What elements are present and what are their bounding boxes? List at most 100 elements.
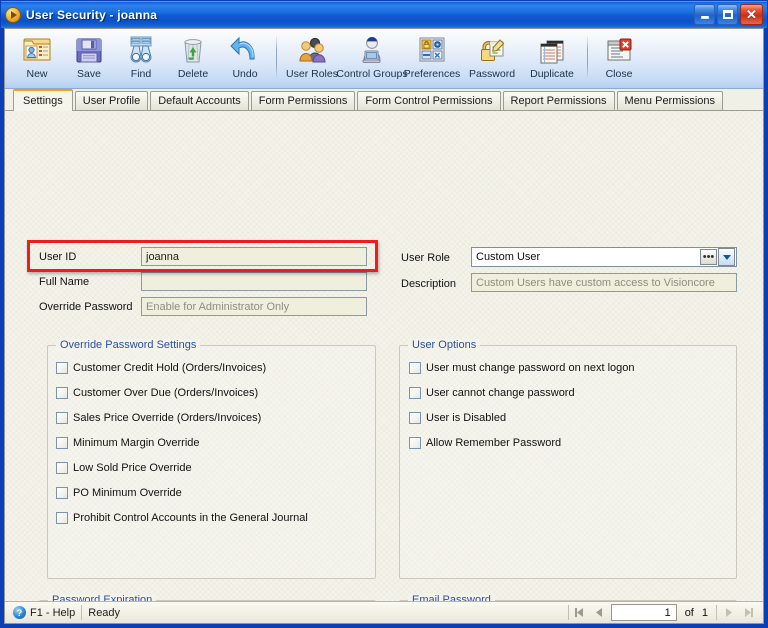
- first-record-icon: [575, 608, 584, 617]
- tab-label: Default Accounts: [158, 95, 241, 107]
- tab-default-accounts[interactable]: Default Accounts: [150, 91, 249, 110]
- tab-report-permissions[interactable]: Report Permissions: [502, 91, 615, 110]
- checkbox-icon[interactable]: [409, 412, 421, 424]
- checkbox-low-sold-price-override[interactable]: Low Sold Price Override: [56, 462, 192, 474]
- tab-user-profile[interactable]: User Profile: [74, 91, 149, 110]
- checkbox-icon[interactable]: [56, 437, 68, 449]
- checkbox-po-minimum-override[interactable]: PO Minimum Override: [56, 487, 182, 499]
- duplicate-pages-icon: [540, 40, 564, 64]
- toolbar-button-password[interactable]: Password: [462, 33, 522, 87]
- title-bar: User Security - joanna ✕: [1, 1, 767, 28]
- status-divider-2: [567, 605, 569, 620]
- checkbox-label: Minimum Margin Override: [73, 437, 200, 449]
- checkbox-prohibit-control-accounts[interactable]: Prohibit Control Accounts in the General…: [56, 512, 308, 524]
- checkbox-must-change-password[interactable]: User must change password on next logon: [409, 362, 635, 374]
- checkbox-icon[interactable]: [56, 462, 68, 474]
- user-id-label: User ID: [39, 251, 77, 263]
- user-computer-icon: [362, 37, 381, 63]
- next-record-icon: [725, 608, 732, 617]
- override-password-input[interactable]: Enable for Administrator Only: [141, 297, 367, 316]
- checkbox-icon[interactable]: [56, 412, 68, 424]
- checkbox-allow-remember-password[interactable]: Allow Remember Password: [409, 437, 561, 449]
- checkbox-icon[interactable]: [56, 512, 68, 524]
- application-window: User Security - joanna ✕ New Save Find D…: [0, 0, 768, 628]
- last-record-button[interactable]: [739, 604, 757, 621]
- checkbox-customer-over-due[interactable]: Customer Over Due (Orders/Invoices): [56, 387, 258, 399]
- checkbox-sales-price-override[interactable]: Sales Price Override (Orders/Invoices): [56, 412, 261, 424]
- toolbar-button-find[interactable]: Find: [115, 33, 167, 87]
- toolbar-button-close[interactable]: Close: [593, 33, 645, 87]
- toolbar-label-user-roles: User Roles: [286, 68, 338, 80]
- user-role-dropdown-button[interactable]: [718, 248, 735, 266]
- tab-settings[interactable]: Settings: [13, 89, 73, 111]
- user-id-input[interactable]: joanna: [141, 247, 367, 266]
- toolbar-button-duplicate[interactable]: Duplicate: [522, 33, 582, 87]
- toolbar-button-save[interactable]: Save: [63, 33, 115, 87]
- client-area: New Save Find Delete Undo User Roles Con…: [4, 28, 764, 624]
- checkbox-icon[interactable]: [409, 437, 421, 449]
- status-message: Ready: [88, 606, 121, 619]
- last-record-icon: [744, 608, 753, 617]
- toolbar-label-save: Save: [77, 68, 101, 80]
- toolbar-label-delete: Delete: [177, 68, 209, 80]
- checkbox-label: Allow Remember Password: [426, 437, 562, 449]
- override-password-label: Override Password: [39, 301, 133, 313]
- help-hint[interactable]: ? F1 - Help: [7, 604, 81, 622]
- toolbar-button-undo[interactable]: Undo: [219, 33, 271, 87]
- toolbar-button-preferences[interactable]: Preferences: [402, 33, 462, 87]
- current-page-input[interactable]: 1: [610, 604, 677, 621]
- tab-form-control-permissions[interactable]: Form Control Permissions: [357, 91, 501, 110]
- toolbar-label-new: New: [26, 68, 48, 80]
- first-record-button[interactable]: [571, 604, 589, 621]
- next-record-button[interactable]: [719, 604, 737, 621]
- checkbox-customer-credit-hold[interactable]: Customer Credit Hold (Orders/Invoices): [56, 362, 266, 374]
- user-role-browse-button[interactable]: •••: [700, 249, 717, 265]
- maximize-button[interactable]: [717, 4, 738, 25]
- checkbox-icon[interactable]: [56, 362, 68, 374]
- minimize-button[interactable]: [694, 4, 715, 25]
- status-bar: ? F1 - Help Ready 1 of 1: [5, 601, 763, 623]
- checkbox-icon[interactable]: [409, 387, 421, 399]
- user-role-label: User Role: [401, 252, 450, 264]
- checkbox-minimum-margin-override[interactable]: Minimum Margin Override: [56, 437, 200, 449]
- tab-bar: Settings User Profile Default Accounts F…: [5, 89, 763, 111]
- tab-form-permissions[interactable]: Form Permissions: [250, 91, 356, 110]
- toolbar-button-user-roles[interactable]: User Roles: [282, 33, 342, 87]
- password-expiration-group: Password Expiration: [39, 594, 376, 601]
- user-role-combobox[interactable]: Custom User •••: [471, 247, 737, 267]
- checkbox-icon[interactable]: [56, 387, 68, 399]
- toolbar-label-undo: Undo: [232, 68, 258, 80]
- tab-menu-permissions[interactable]: Menu Permissions: [616, 91, 724, 110]
- checkbox-label: Customer Over Due (Orders/Invoices): [73, 387, 259, 399]
- checkbox-label: Customer Credit Hold (Orders/Invoices): [73, 362, 267, 374]
- toolbar-separator-1: [276, 35, 277, 79]
- tab-label: Settings: [23, 95, 63, 107]
- toolbar-button-delete[interactable]: Delete: [167, 33, 219, 87]
- override-password-settings-title: Override Password Settings: [56, 339, 201, 351]
- page-of-label: of: [684, 606, 694, 619]
- status-divider-3: [716, 605, 717, 620]
- help-icon: ?: [13, 606, 26, 619]
- checkbox-cannot-change-password[interactable]: User cannot change password: [409, 387, 575, 399]
- checkbox-icon[interactable]: [56, 487, 68, 499]
- description-input[interactable]: Custom Users have custom access to Visio…: [471, 273, 737, 292]
- checkbox-label: PO Minimum Override: [73, 487, 182, 499]
- user-role-value: Custom User: [476, 251, 541, 263]
- binoculars-icon: [130, 36, 152, 63]
- checkbox-user-is-disabled[interactable]: User is Disabled: [409, 412, 506, 424]
- window-controls: ✕: [694, 4, 765, 25]
- previous-record-button[interactable]: [591, 604, 609, 621]
- checkbox-label: Sales Price Override (Orders/Invoices): [73, 412, 262, 424]
- toolbar-button-new[interactable]: New: [11, 33, 63, 87]
- toolbar-label-find: Find: [130, 68, 152, 80]
- close-button[interactable]: ✕: [740, 4, 763, 25]
- help-label: F1 - Help: [30, 606, 76, 619]
- toolbar-separator-2: [587, 35, 588, 79]
- minimize-icon: [700, 16, 709, 19]
- toolbar-button-control-groups[interactable]: Control Groups: [336, 33, 408, 87]
- full-name-input[interactable]: [141, 272, 367, 291]
- toolbar-label-preferences: Preferences: [403, 68, 461, 80]
- checkbox-icon[interactable]: [409, 362, 421, 374]
- window-title: User Security - joanna: [26, 7, 158, 22]
- play-circle-icon: [5, 6, 21, 23]
